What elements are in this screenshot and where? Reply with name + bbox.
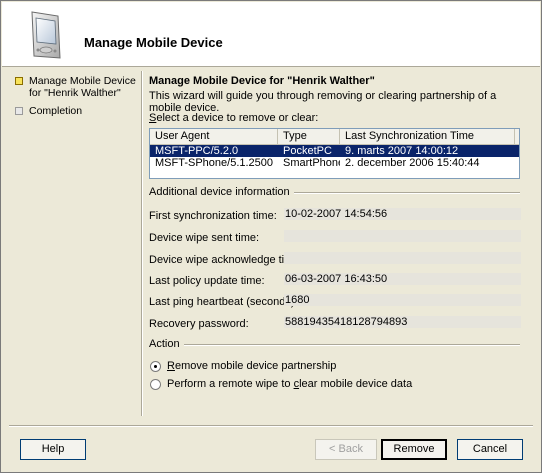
step-inactive-icon	[15, 107, 23, 115]
radio-remove-label: Remove mobile device partnership	[167, 360, 337, 372]
wizard-window: Manage Mobile Device Manage Mobile Devic…	[0, 0, 542, 473]
cell-user-agent: MSFT-PPC/5.2.0	[155, 145, 239, 157]
radio-wipe-label: Perform a remote wipe to clear mobile de…	[167, 378, 413, 390]
table-row[interactable]: MSFT-PPC/5.2.0 PocketPC 9. marts 2007 14…	[150, 145, 519, 157]
table-row[interactable]: MSFT-SPhone/5.1.2500 SmartPhone 2. decem…	[150, 157, 519, 169]
wipe-sent-value	[284, 230, 521, 242]
step-manage-device: Manage Mobile Device for "Henrik Walther…	[15, 75, 141, 99]
step-label-line1: Manage Mobile Device	[29, 75, 136, 87]
radio-remote-wipe[interactable]: Perform a remote wipe to clear mobile de…	[150, 378, 412, 390]
device-list[interactable]: User Agent Type Last Synchronization Tim…	[149, 128, 520, 179]
step-label: Completion	[29, 105, 83, 117]
content-title: Manage Mobile Device for "Henrik Walther…	[149, 75, 375, 87]
cell-type: SmartPhone	[283, 157, 340, 169]
column-header-user-agent[interactable]: User Agent	[150, 129, 278, 144]
content-description: This wizard will guide you through remov…	[149, 90, 497, 114]
radio-unchecked-icon[interactable]	[150, 378, 161, 390]
recovery-password-value: 58819435418128794893	[284, 316, 521, 328]
action-group-line	[149, 344, 520, 346]
radio-checked-icon[interactable]	[150, 360, 161, 372]
action-group-label: Action	[149, 338, 184, 350]
content-panel: Manage Mobile Device for "Henrik Walther…	[149, 75, 524, 124]
policy-update-value: 06-03-2007 16:43:50	[284, 273, 521, 285]
cancel-button[interactable]: Cancel	[457, 439, 523, 460]
pocket-pc-icon	[24, 8, 68, 65]
help-button[interactable]: Help	[20, 439, 86, 460]
radio-remove-partnership[interactable]: Remove mobile device partnership	[150, 360, 336, 372]
column-header-type[interactable]: Type	[278, 129, 340, 144]
wizard-steps: Manage Mobile Device for "Henrik Walther…	[15, 75, 141, 123]
cell-user-agent: MSFT-SPhone/5.1.2500	[155, 157, 274, 169]
ping-value: 1680	[284, 294, 521, 306]
header-title: Manage Mobile Device	[84, 35, 223, 50]
step-active-icon	[15, 77, 23, 85]
wizard-header: Manage Mobile Device	[2, 2, 540, 67]
remove-button[interactable]: Remove	[381, 439, 447, 460]
vertical-separator	[141, 71, 143, 416]
cell-type: PocketPC	[283, 145, 332, 157]
column-header-last-sync[interactable]: Last Synchronization Time	[340, 129, 515, 144]
info-group-label: Additional device information	[149, 186, 294, 198]
step-label-line2: for "Henrik Walther"	[29, 87, 121, 99]
cell-last-sync: 2. december 2006 15:40:44	[345, 157, 480, 169]
first-sync-value: 10-02-2007 14:54:56	[284, 208, 521, 220]
wipe-ack-value	[284, 252, 521, 264]
list-header: User Agent Type Last Synchronization Tim…	[150, 129, 519, 145]
back-button[interactable]: < Back	[315, 439, 377, 460]
step-completion: Completion	[15, 105, 141, 117]
footer-separator	[9, 425, 533, 427]
cell-last-sync: 9. marts 2007 14:00:12	[345, 145, 459, 157]
select-device-label: Select a device to remove or clear:	[149, 112, 319, 124]
